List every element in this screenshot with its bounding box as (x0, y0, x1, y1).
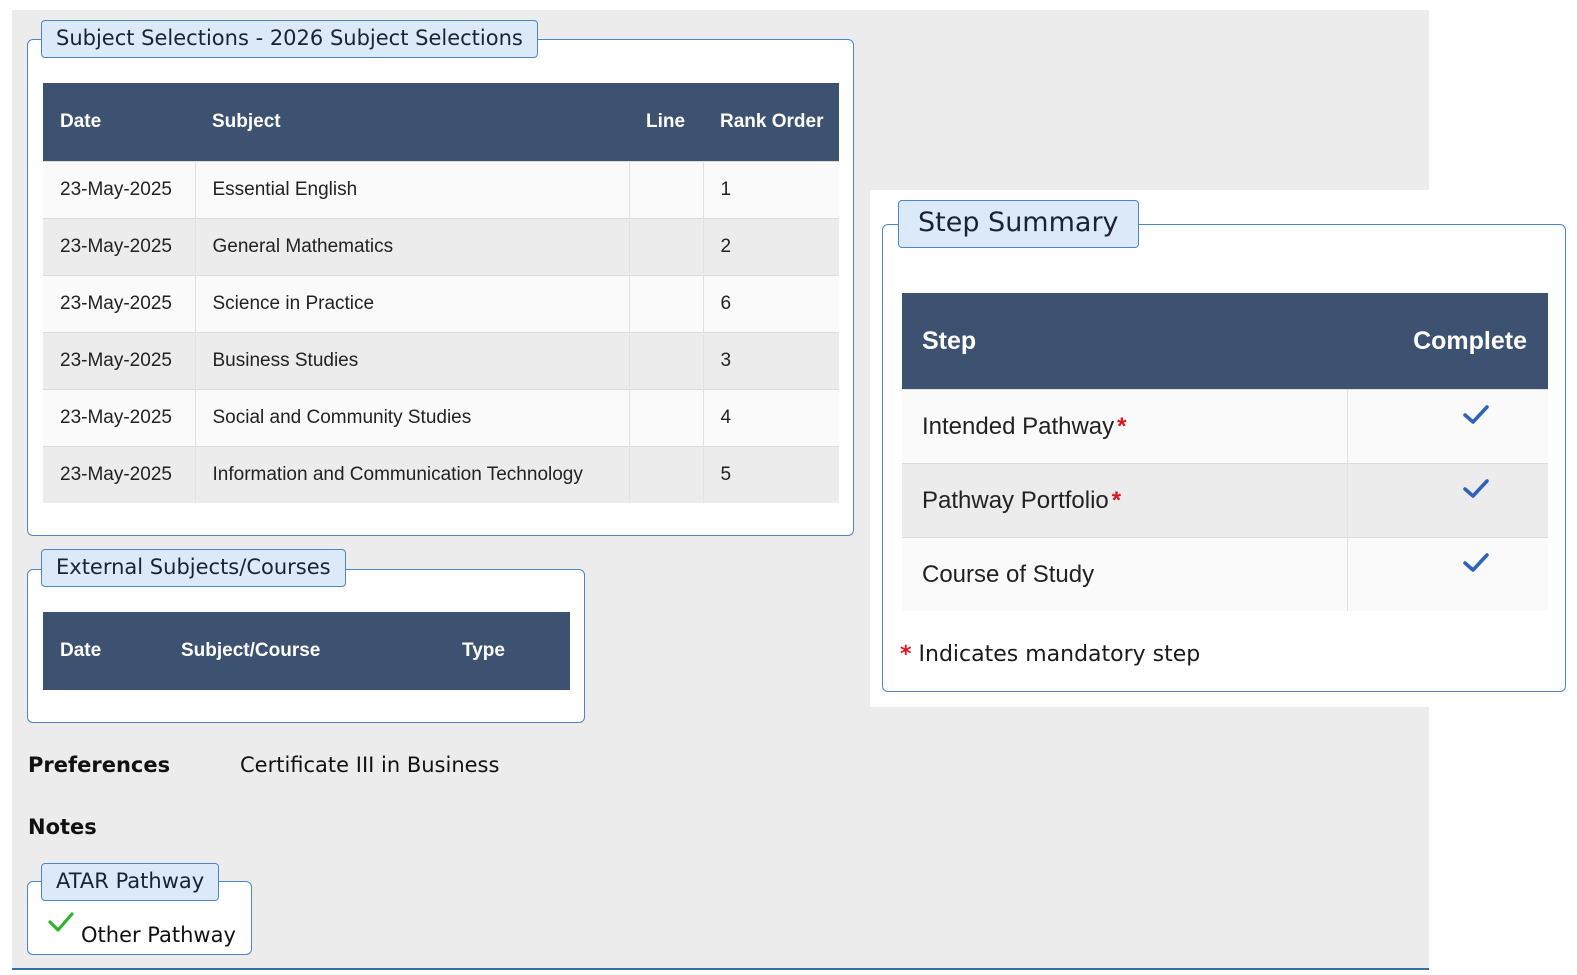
column-header-line[interactable]: Line (629, 83, 703, 162)
cell-date: 23-May-2025 (43, 161, 196, 219)
mandatory-star: * (900, 642, 912, 667)
step-row: Pathway Portfolio * (902, 463, 1548, 538)
table-row[interactable]: 23-May-2025 General Mathematics 2 (43, 218, 839, 276)
column-header-date[interactable]: Date (43, 83, 195, 162)
cell-step: Course of Study (902, 537, 1347, 611)
column-header-step: Step (902, 293, 1347, 390)
step-label: Intended Pathway (922, 412, 1115, 440)
cell-rank-order: 6 (702, 275, 839, 333)
table-header-row: Date Subject Line Rank Order (43, 83, 839, 162)
cell-complete (1346, 389, 1548, 464)
step-label: Course of Study (922, 560, 1095, 588)
table-header-row: Step Complete (902, 293, 1548, 390)
step-row: Intended Pathway * (902, 389, 1548, 464)
step-label: Pathway Portfolio (922, 486, 1109, 514)
preferences-value: Certificate III in Business (240, 753, 500, 777)
cell-rank-order: 5 (702, 446, 839, 503)
cell-rank-order: 2 (702, 218, 839, 276)
mandatory-note-text: Indicates mandatory step (918, 642, 1201, 667)
column-header-subject[interactable]: Subject (195, 83, 629, 162)
cell-subject: Business Studies (195, 332, 629, 390)
cell-subject: Science in Practice (195, 275, 629, 333)
cell-rank-order: 3 (702, 332, 839, 390)
column-header-subject-course[interactable]: Subject/Course (164, 612, 445, 690)
cell-rank-order: 1 (702, 161, 839, 219)
mandatory-star: * (1111, 486, 1122, 514)
cell-line (628, 218, 703, 276)
cell-date: 23-May-2025 (43, 389, 196, 447)
notes-label: Notes (28, 815, 97, 839)
cell-date: 23-May-2025 (43, 275, 196, 333)
checkmark-icon (1463, 479, 1489, 498)
cell-date: 23-May-2025 (43, 218, 196, 276)
cell-date: 23-May-2025 (43, 446, 196, 503)
mandatory-star: * (1117, 412, 1127, 440)
table-header-row: Date Subject/Course Type (43, 612, 570, 690)
table-row[interactable]: 23-May-2025 Business Studies 3 (43, 332, 839, 390)
cell-subject: Information and Communication Technology (195, 446, 629, 503)
checkmark-icon (1463, 553, 1489, 572)
atar-pathway-title: ATAR Pathway (41, 863, 220, 901)
step-row: Course of Study (902, 537, 1548, 611)
column-header-complete: Complete (1347, 293, 1548, 390)
column-header-date[interactable]: Date (43, 612, 164, 690)
cell-complete (1346, 537, 1548, 611)
cell-date: 23-May-2025 (43, 332, 196, 390)
column-header-type[interactable]: Type (445, 612, 570, 690)
cell-subject: Essential English (195, 161, 629, 219)
table-row[interactable]: 23-May-2025 Information and Communication… (43, 446, 839, 503)
green-checkmark-icon (48, 912, 74, 932)
cell-line (628, 389, 703, 447)
subject-selections-table: Date Subject Line Rank Order 23-May-2025… (43, 83, 839, 503)
step-summary-title: Step Summary (898, 200, 1139, 248)
cell-step: Pathway Portfolio * (902, 463, 1347, 538)
mandatory-step-note: * Indicates mandatory step (900, 642, 1200, 667)
pathway-option[interactable]: Other Pathway (81, 923, 236, 947)
cell-line (628, 446, 703, 503)
table-row[interactable]: 23-May-2025 Science in Practice 6 (43, 275, 839, 333)
table-row[interactable]: 23-May-2025 Social and Community Studies 4 (43, 389, 839, 447)
external-subjects-table: Date Subject/Course Type (43, 612, 570, 690)
subject-selections-title: Subject Selections - 2026 Subject Select… (41, 20, 538, 58)
step-summary-table: Step Complete Intended Pathway * Pathway P… (902, 293, 1548, 611)
preferences-label: Preferences (28, 753, 171, 777)
cell-line (628, 332, 703, 390)
cell-step: Intended Pathway * (902, 389, 1347, 464)
cell-line (628, 275, 703, 333)
cell-subject: Social and Community Studies (195, 389, 629, 447)
table-row[interactable]: 23-May-2025 Essential English 1 (43, 161, 839, 219)
cell-complete (1346, 463, 1548, 538)
checkmark-icon (1463, 405, 1489, 424)
cell-rank-order: 4 (702, 389, 839, 447)
cell-subject: General Mathematics (195, 218, 629, 276)
column-header-rank-order[interactable]: Rank Order (703, 83, 839, 162)
cell-line (628, 161, 703, 219)
external-subjects-title: External Subjects/Courses (41, 549, 346, 587)
